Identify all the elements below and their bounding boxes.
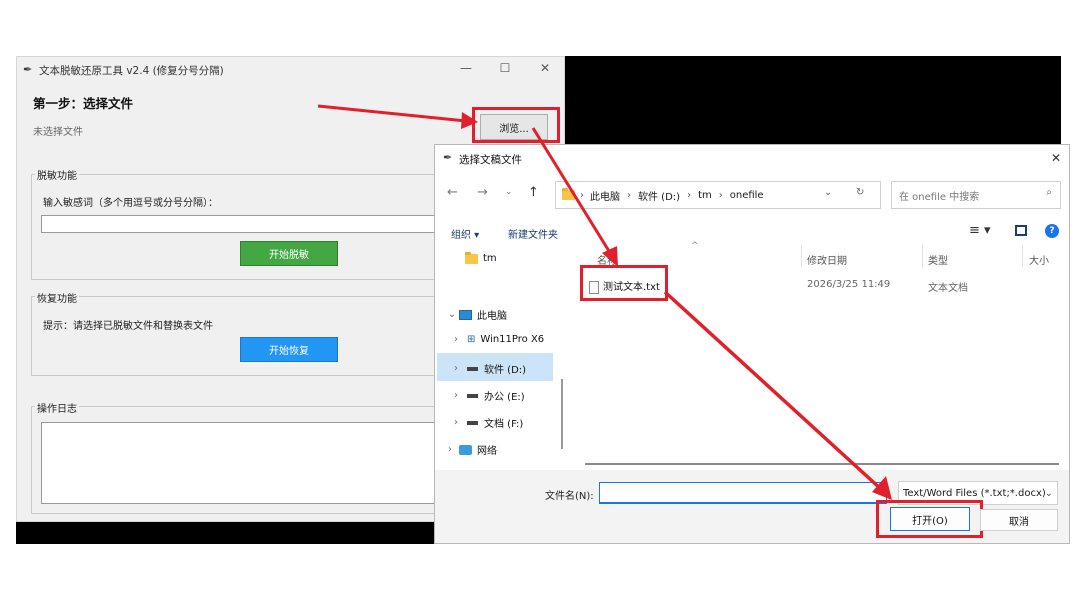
forward-arrow-icon[interactable]: → bbox=[477, 185, 488, 200]
view-options-icon[interactable]: ≡ ▾ bbox=[969, 223, 991, 238]
start-desensitize-button[interactable]: 开始脱敏 bbox=[240, 241, 338, 266]
drive-icon bbox=[467, 393, 478, 398]
chevron-down-icon: ⌄ bbox=[1044, 487, 1053, 499]
pc-icon bbox=[459, 309, 472, 320]
files-scrollbar[interactable] bbox=[585, 463, 1059, 465]
preview-pane-icon[interactable] bbox=[1015, 225, 1027, 236]
feather-icon: ✒ bbox=[23, 63, 33, 76]
start-restore-button[interactable]: 开始恢复 bbox=[240, 337, 338, 362]
log-group-title: 操作日志 bbox=[35, 400, 79, 415]
log-textarea[interactable] bbox=[41, 422, 461, 504]
browse-highlight-box bbox=[472, 107, 560, 143]
chevron-down-icon[interactable]: ⌄ bbox=[445, 309, 459, 320]
search-placeholder: 在 onefile 中搜索 bbox=[899, 191, 980, 203]
breadcrumb-separator: › bbox=[687, 189, 692, 201]
refresh-icon[interactable]: ↻ bbox=[856, 187, 864, 198]
network-icon bbox=[459, 444, 472, 455]
file-date: 2026/3/25 11:49 bbox=[807, 279, 891, 290]
network-drive-icon: ⊞ bbox=[467, 334, 476, 345]
tree-item-label: 办公 (E:) bbox=[484, 392, 525, 403]
new-folder-button[interactable]: 新建文件夹 bbox=[508, 226, 558, 241]
close-button[interactable]: ✕ bbox=[535, 61, 555, 75]
file-type: 文本文档 bbox=[928, 283, 968, 294]
dialog-title: 选择文稿文件 bbox=[459, 154, 522, 166]
tree-item-label: tm bbox=[483, 253, 497, 264]
file-highlight-box bbox=[580, 265, 668, 301]
chevron-right-icon[interactable]: › bbox=[443, 444, 457, 455]
sensitive-words-prompt: 输入敏感词（多个用逗号或分号分隔）： bbox=[43, 198, 218, 209]
back-arrow-icon[interactable]: ← bbox=[447, 185, 458, 200]
address-bar[interactable]: › 此电脑 › 软件 (D:) › tm › onefile ⌄ ↻ bbox=[555, 181, 881, 209]
column-divider bbox=[801, 245, 802, 267]
column-date[interactable]: 修改日期 bbox=[807, 252, 847, 267]
black-background-bottom bbox=[16, 521, 436, 544]
breadcrumb-this-pc[interactable]: 此电脑 bbox=[590, 188, 620, 203]
feather-icon: ✒ bbox=[443, 151, 453, 164]
tree-item-win11pro[interactable]: › ⊞ Win11Pro X6 bbox=[449, 334, 544, 345]
filetype-value: Text/Word Files (*.txt;*.docx) bbox=[903, 487, 1046, 499]
restore-hint: 提示：请选择已脱敏文件和替换表文件 bbox=[43, 321, 213, 332]
maximize-button[interactable]: ☐ bbox=[495, 61, 515, 75]
filename-input[interactable] bbox=[599, 482, 887, 504]
address-dropdown-icon[interactable]: ⌄ bbox=[824, 187, 832, 198]
up-arrow-icon[interactable]: ↑ bbox=[528, 185, 539, 200]
filename-label: 文件名(N): bbox=[545, 491, 594, 502]
help-icon[interactable]: ? bbox=[1045, 224, 1059, 238]
column-divider bbox=[1022, 245, 1023, 267]
breadcrumb-tm[interactable]: tm bbox=[698, 190, 712, 201]
tree-item-this-pc[interactable]: ⌄ 此电脑 bbox=[445, 307, 507, 322]
search-icon: ⌕ bbox=[1046, 187, 1052, 198]
tree-item-label: 网络 bbox=[477, 446, 497, 457]
tree-item-drive-f[interactable]: › 文档 (F:) bbox=[449, 415, 523, 430]
tree-scrollbar[interactable] bbox=[561, 379, 563, 449]
breadcrumb-separator: › bbox=[718, 189, 723, 201]
tree-item-drive-d[interactable]: › 软件 (D:) bbox=[449, 361, 526, 376]
black-background-top bbox=[565, 56, 1061, 145]
breadcrumb-separator: › bbox=[627, 189, 631, 201]
drive-icon bbox=[467, 420, 478, 425]
no-file-label: 未选择文件 bbox=[33, 127, 83, 138]
chevron-right-icon[interactable]: › bbox=[449, 334, 463, 345]
recent-dropdown-icon[interactable]: ⌄ bbox=[505, 187, 513, 197]
breadcrumb-drive-d[interactable]: 软件 (D:) bbox=[638, 188, 680, 203]
breadcrumb-onefile[interactable]: onefile bbox=[730, 190, 764, 201]
sort-up-icon: ^ bbox=[691, 241, 699, 251]
desensitize-group-title: 脱敏功能 bbox=[35, 167, 79, 182]
sensitive-words-input[interactable] bbox=[41, 215, 461, 233]
organize-menu[interactable]: 组织 ▾ bbox=[451, 226, 479, 241]
column-size[interactable]: 大小 bbox=[1029, 252, 1049, 267]
folder-icon bbox=[562, 188, 575, 200]
tree-item-tm[interactable]: tm bbox=[465, 251, 497, 264]
chevron-right-icon[interactable]: › bbox=[449, 363, 463, 374]
column-type[interactable]: 类型 bbox=[928, 252, 948, 267]
tree-item-network[interactable]: › 网络 bbox=[443, 442, 497, 457]
minimize-button[interactable]: — bbox=[456, 61, 476, 75]
tree-item-label: Win11Pro X6 bbox=[480, 334, 545, 345]
tree-item-label: 软件 (D:) bbox=[484, 365, 527, 376]
cancel-button[interactable]: 取消 bbox=[980, 509, 1058, 531]
breadcrumb-separator: › bbox=[580, 189, 584, 201]
open-highlight-box bbox=[876, 500, 983, 538]
tree-item-label: 此电脑 bbox=[477, 311, 507, 322]
search-box[interactable]: 在 onefile 中搜索 ⌕ bbox=[891, 181, 1061, 209]
column-divider bbox=[922, 245, 923, 267]
dialog-close-button[interactable]: ✕ bbox=[1051, 151, 1061, 165]
window-title: 文本脱敏还原工具 v2.4 (修复分号分隔) bbox=[39, 65, 224, 77]
folder-icon bbox=[465, 251, 478, 264]
chevron-right-icon[interactable]: › bbox=[449, 417, 463, 428]
tree-item-drive-e[interactable]: › 办公 (E:) bbox=[449, 388, 525, 403]
step1-heading: 第一步：选择文件 bbox=[33, 96, 134, 111]
tree-item-label: 文档 (F:) bbox=[484, 419, 524, 430]
restore-group bbox=[31, 296, 461, 376]
chevron-right-icon[interactable]: › bbox=[449, 390, 463, 401]
restore-group-title: 恢复功能 bbox=[35, 290, 79, 305]
file-dialog: ✒ 选择文稿文件 ✕ ← → ⌄ ↑ › 此电脑 › 软件 (D:) › tm … bbox=[434, 144, 1070, 544]
drive-icon bbox=[467, 366, 478, 371]
